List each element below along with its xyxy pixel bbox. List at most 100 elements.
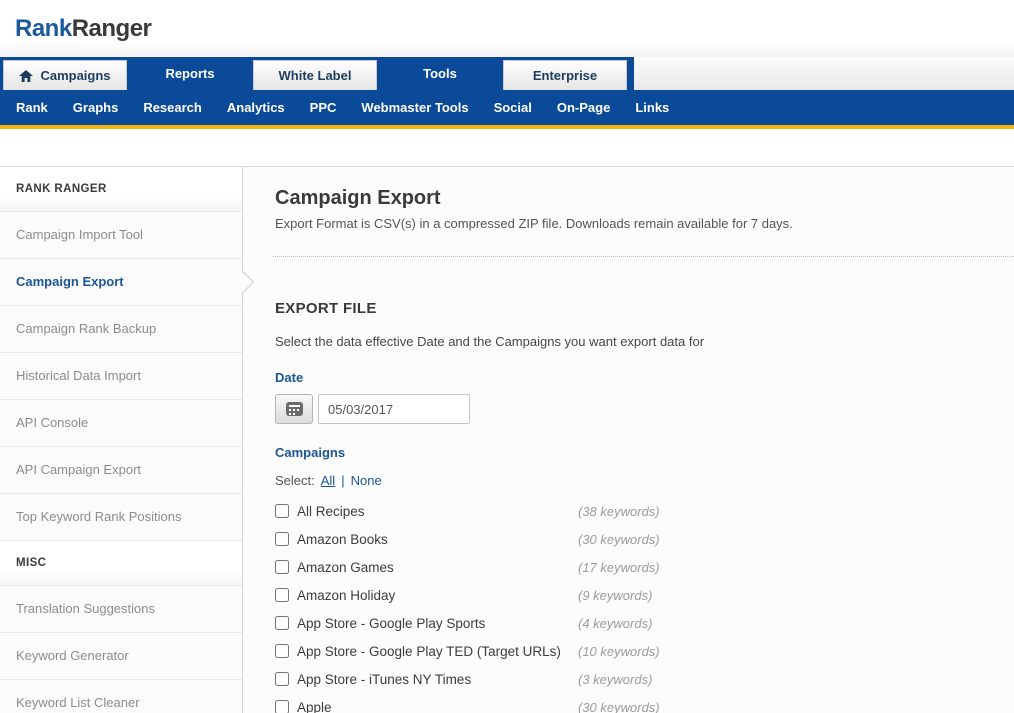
top-nav: Campaigns Reports White Label Tools Ente… [0, 57, 1014, 90]
tab-enterprise[interactable]: Enterprise [503, 60, 627, 90]
tab-tools[interactable]: Tools [378, 57, 502, 90]
select-label: Select: [275, 473, 315, 488]
sidebar-item-campaign-import-tool[interactable]: Campaign Import Tool [0, 212, 242, 259]
campaign-keyword-count: (30 keywords) [578, 700, 660, 713]
campaign-name: App Store - Google Play TED (Target URLs… [297, 644, 561, 659]
campaign-left: App Store - iTunes NY Times [275, 672, 578, 687]
campaign-checkbox[interactable] [275, 588, 289, 602]
subnav-item-social[interactable]: Social [494, 100, 532, 115]
campaign-keyword-count: (9 keywords) [578, 588, 652, 603]
sidebar-item-api-campaign-export[interactable]: API Campaign Export [0, 447, 242, 494]
sidebar-item-api-console[interactable]: API Console [0, 400, 242, 447]
campaign-name: App Store - Google Play Sports [297, 616, 485, 631]
dotted-separator [273, 256, 1014, 257]
campaign-row: App Store - Google Play TED (Target URLs… [275, 637, 1014, 665]
tab-label: White Label [279, 68, 352, 83]
select-none-link[interactable]: None [351, 473, 382, 488]
campaign-left: App Store - Google Play Sports [275, 616, 578, 631]
subnav-item-rank[interactable]: Rank [16, 100, 48, 115]
header: RankRanger [0, 0, 1014, 57]
tab-label: Enterprise [533, 68, 597, 83]
home-icon [19, 70, 33, 82]
campaign-checkbox[interactable] [275, 560, 289, 574]
sidebar-item-historical-data-import[interactable]: Historical Data Import [0, 353, 242, 400]
tab-reports[interactable]: Reports [128, 57, 252, 90]
campaign-keyword-count: (3 keywords) [578, 672, 652, 687]
campaign-row: Amazon Games (17 keywords) [275, 553, 1014, 581]
page-subtitle: Export Format is CSV(s) in a compressed … [275, 216, 1014, 231]
tab-campaigns[interactable]: Campaigns [3, 60, 127, 90]
logo-secondary: Ranger [72, 15, 152, 42]
campaign-left: Amazon Books [275, 532, 578, 547]
main: RANK RANGER Campaign Import Tool Campaig… [0, 166, 1014, 713]
sidebar-item-campaign-rank-backup[interactable]: Campaign Rank Backup [0, 306, 242, 353]
sidebar-item-top-keyword-rank-positions[interactable]: Top Keyword Rank Positions [0, 494, 242, 541]
subnav-item-on-page[interactable]: On-Page [557, 100, 610, 115]
campaign-row: All Recipes (38 keywords) [275, 497, 1014, 525]
campaign-name: Amazon Holiday [297, 588, 395, 603]
sidebar: RANK RANGER Campaign Import Tool Campaig… [0, 167, 243, 713]
campaign-checkbox[interactable] [275, 672, 289, 686]
campaign-keyword-count: (38 keywords) [578, 504, 660, 519]
campaign-checkbox[interactable] [275, 644, 289, 658]
campaign-keyword-count: (30 keywords) [578, 532, 660, 547]
campaign-left: Amazon Holiday [275, 588, 578, 603]
select-all-link[interactable]: All [321, 473, 335, 488]
content: Campaign Export Export Format is CSV(s) … [243, 167, 1014, 713]
tab-label: Reports [165, 66, 214, 81]
page: RankRanger Campaigns Reports White Label… [0, 0, 1014, 713]
subnav-item-links[interactable]: Links [635, 100, 669, 115]
campaign-list: All Recipes (38 keywords) Amazon Books (… [275, 497, 1014, 713]
sidebar-header-misc: MISC [0, 541, 242, 586]
campaign-row: App Store - Google Play Sports (4 keywor… [275, 609, 1014, 637]
subnav-item-graphs[interactable]: Graphs [73, 100, 119, 115]
campaign-keyword-count: (10 keywords) [578, 644, 660, 659]
subnav-item-ppc[interactable]: PPC [310, 100, 337, 115]
campaign-name: App Store - iTunes NY Times [297, 672, 471, 687]
select-separator: | [341, 473, 344, 488]
subnav-item-research[interactable]: Research [143, 100, 202, 115]
calendar-button[interactable] [275, 394, 313, 424]
campaign-row: Amazon Holiday (9 keywords) [275, 581, 1014, 609]
campaign-row: App Store - iTunes NY Times (3 keywords) [275, 665, 1014, 693]
subnav-item-webmaster-tools[interactable]: Webmaster Tools [361, 100, 468, 115]
sub-nav: Rank Graphs Research Analytics PPC Webma… [0, 90, 1014, 129]
export-file-heading: EXPORT FILE [275, 300, 1014, 317]
sidebar-item-translation-suggestions[interactable]: Translation Suggestions [0, 586, 242, 633]
tab-label: Campaigns [40, 68, 110, 83]
subnav-item-analytics[interactable]: Analytics [227, 100, 285, 115]
campaign-name: Amazon Books [297, 532, 388, 547]
campaign-name: All Recipes [297, 504, 365, 519]
header-content-gap [0, 129, 1014, 166]
campaign-row: Amazon Books (30 keywords) [275, 525, 1014, 553]
campaign-checkbox[interactable] [275, 700, 289, 713]
sidebar-item-label: Campaign Export [16, 274, 124, 289]
sidebar-item-campaign-export[interactable]: Campaign Export [0, 259, 242, 306]
date-input[interactable] [318, 394, 470, 424]
sidebar-item-keyword-generator[interactable]: Keyword Generator [0, 633, 242, 680]
page-title: Campaign Export [275, 187, 1014, 210]
campaign-checkbox[interactable] [275, 532, 289, 546]
campaign-left: App Store - Google Play TED (Target URLs… [275, 644, 578, 659]
campaign-checkbox[interactable] [275, 616, 289, 630]
select-row: Select: All | None [275, 473, 1014, 488]
campaign-row: Apple (30 keywords) [275, 693, 1014, 713]
tab-white-label[interactable]: White Label [253, 60, 377, 90]
campaign-checkbox[interactable] [275, 504, 289, 518]
top-nav-tabs-strip: Campaigns Reports White Label Tools Ente… [0, 57, 634, 90]
campaign-name: Apple [297, 700, 332, 713]
campaign-name: Amazon Games [297, 560, 394, 575]
campaign-keyword-count: (17 keywords) [578, 560, 660, 575]
campaign-left: All Recipes [275, 504, 578, 519]
logo[interactable]: RankRanger [15, 15, 151, 43]
campaign-left: Amazon Games [275, 560, 578, 575]
logo-primary: Rank [15, 15, 72, 42]
campaign-keyword-count: (4 keywords) [578, 616, 652, 631]
sidebar-item-keyword-list-cleaner[interactable]: Keyword List Cleaner [0, 680, 242, 713]
campaign-left: Apple [275, 700, 578, 713]
date-row [275, 394, 1014, 424]
sidebar-header-rank-ranger: RANK RANGER [0, 167, 242, 212]
campaigns-label: Campaigns [275, 445, 1014, 460]
date-label: Date [275, 370, 1014, 385]
export-file-description: Select the data effective Date and the C… [275, 334, 1014, 349]
